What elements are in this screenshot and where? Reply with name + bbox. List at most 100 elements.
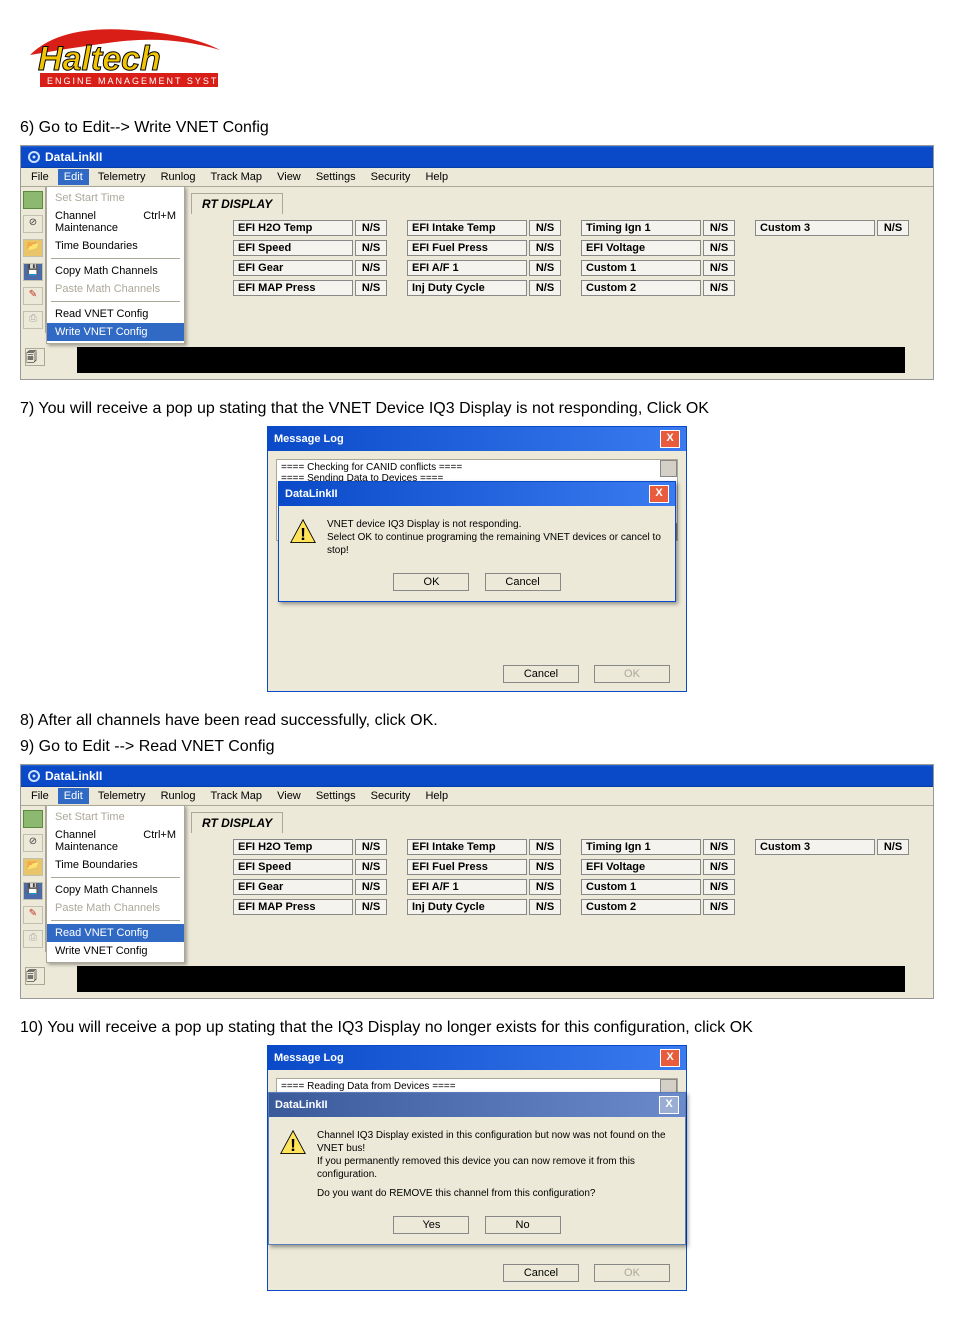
channel-label[interactable]: EFI Fuel Press <box>407 859 527 875</box>
menu-view[interactable]: View <box>271 169 307 185</box>
menu-trackmap[interactable]: Track Map <box>205 169 269 185</box>
menu-settings[interactable]: Settings <box>310 169 362 185</box>
channel-label[interactable]: EFI Speed <box>233 859 353 875</box>
menu-security[interactable]: Security <box>365 788 417 804</box>
tb-chart-icon[interactable]: ✎ <box>23 287 43 305</box>
channel-label[interactable]: EFI Gear <box>233 260 353 276</box>
mi-write-vnet[interactable]: Write VNET Config <box>47 323 184 341</box>
mi-copy-math[interactable]: Copy Math Channels <box>47 881 184 899</box>
channel-label[interactable]: EFI A/F 1 <box>407 879 527 895</box>
close-icon[interactable]: X <box>659 1096 679 1114</box>
channel-label[interactable]: Custom 1 <box>581 879 701 895</box>
channel-value: N/S <box>703 839 735 855</box>
dialog-titlebar[interactable]: Message Log X <box>268 427 686 451</box>
channel-label[interactable]: EFI Intake Temp <box>407 839 527 855</box>
channel-label[interactable]: Custom 3 <box>755 839 875 855</box>
channel-label[interactable]: Custom 3 <box>755 220 875 236</box>
menubar[interactable]: File Edit Telemetry Runlog Track Map Vie… <box>21 168 933 187</box>
menu-separator <box>51 258 180 259</box>
menu-file[interactable]: File <box>25 788 55 804</box>
tb-forbid-icon[interactable]: ⊘ <box>23 834 43 852</box>
tb-save-icon[interactable]: 💾 <box>23 882 43 900</box>
channel-label[interactable]: Timing Ign 1 <box>581 220 701 236</box>
yes-button[interactable]: Yes <box>393 1216 469 1234</box>
tab-rt-display[interactable]: RT DISPLAY <box>191 193 283 214</box>
cancel-button[interactable]: Cancel <box>485 573 561 591</box>
tb-forbid-icon[interactable]: ⊘ <box>23 215 43 233</box>
tb-new-icon[interactable] <box>23 191 43 209</box>
dialog-title: Message Log <box>274 433 344 445</box>
menu-file[interactable]: File <box>25 169 55 185</box>
tb-print-icon[interactable]: ⎙ <box>23 311 43 329</box>
close-icon[interactable]: X <box>660 430 680 448</box>
mi-time-boundaries[interactable]: Time Boundaries <box>47 237 184 255</box>
menu-edit[interactable]: Edit <box>58 788 89 804</box>
menu-runlog[interactable]: Runlog <box>155 788 202 804</box>
scroll-up-icon[interactable] <box>660 460 677 477</box>
menu-settings[interactable]: Settings <box>310 788 362 804</box>
channel-label[interactable]: EFI MAP Press <box>233 899 353 915</box>
channel-label[interactable]: EFI Fuel Press <box>407 240 527 256</box>
menu-help[interactable]: Help <box>419 788 454 804</box>
no-button[interactable]: No <box>485 1216 561 1234</box>
menu-telemetry[interactable]: Telemetry <box>92 788 152 804</box>
mi-paste-math: Paste Math Channels <box>47 899 184 917</box>
channel-label[interactable]: EFI H2O Temp <box>233 220 353 236</box>
mi-read-vnet[interactable]: Read VNET Config <box>47 924 184 942</box>
channel-label[interactable]: EFI Voltage <box>581 240 701 256</box>
tb-open-icon[interactable]: 📂 <box>23 239 43 257</box>
alert-text: VNET device IQ3 Display is not respondin… <box>327 518 665 557</box>
tb-print-icon[interactable]: ⎙ <box>23 930 43 948</box>
tb-open-icon[interactable]: 📂 <box>23 858 43 876</box>
inner-titlebar[interactable]: DataLinkII X <box>279 482 675 506</box>
tab-rt-display[interactable]: RT DISPLAY <box>191 812 283 833</box>
channel-label[interactable]: EFI Speed <box>233 240 353 256</box>
channel-label[interactable]: Custom 2 <box>581 280 701 296</box>
mi-time-boundaries[interactable]: Time Boundaries <box>47 856 184 874</box>
menu-view[interactable]: View <box>271 788 307 804</box>
outer-cancel-button[interactable]: Cancel <box>503 1264 579 1282</box>
channel-label[interactable]: Custom 2 <box>581 899 701 915</box>
channel-label[interactable]: EFI H2O Temp <box>233 839 353 855</box>
channel-label[interactable]: Timing Ign 1 <box>581 839 701 855</box>
menu-telemetry[interactable]: Telemetry <box>92 169 152 185</box>
menu-edit[interactable]: Edit <box>58 169 89 185</box>
channel-label[interactable]: EFI A/F 1 <box>407 260 527 276</box>
mi-channel-maintenance[interactable]: Channel MaintenanceCtrl+M <box>47 207 184 237</box>
mi-copy-math[interactable]: Copy Math Channels <box>47 262 184 280</box>
dock-icon[interactable]: 🗐 <box>25 348 45 366</box>
channel-label[interactable]: Custom 1 <box>581 260 701 276</box>
tb-chart-icon[interactable]: ✎ <box>23 906 43 924</box>
channel-label[interactable]: EFI Intake Temp <box>407 220 527 236</box>
mi-channel-maintenance[interactable]: Channel MaintenanceCtrl+M <box>47 826 184 856</box>
menu-trackmap[interactable]: Track Map <box>205 788 269 804</box>
inner-titlebar[interactable]: DataLinkII X <box>269 1093 685 1117</box>
dialog-titlebar[interactable]: Message Log X <box>268 1046 686 1070</box>
menubar[interactable]: File Edit Telemetry Runlog Track Map Vie… <box>21 787 933 806</box>
tb-save-icon[interactable]: 💾 <box>23 263 43 281</box>
close-icon[interactable]: X <box>649 485 669 503</box>
channel-label[interactable]: Inj Duty Cycle <box>407 280 527 296</box>
mi-read-vnet[interactable]: Read VNET Config <box>47 305 184 323</box>
channel-value: N/S <box>703 280 735 296</box>
close-icon[interactable]: X <box>660 1049 680 1067</box>
tb-new-icon[interactable] <box>23 810 43 828</box>
channel-value: N/S <box>355 240 387 256</box>
ok-button[interactable]: OK <box>393 573 469 591</box>
menu-help[interactable]: Help <box>419 169 454 185</box>
dock-icon[interactable]: 🗐 <box>25 967 45 985</box>
outer-cancel-button[interactable]: Cancel <box>503 665 579 683</box>
mi-set-start-time: Set Start Time <box>47 808 184 826</box>
edit-dropdown[interactable]: Set Start Time Channel MaintenanceCtrl+M… <box>46 186 185 344</box>
channel-label[interactable]: EFI Gear <box>233 879 353 895</box>
channel-label[interactable]: EFI MAP Press <box>233 280 353 296</box>
channel-label[interactable]: Inj Duty Cycle <box>407 899 527 915</box>
menu-separator <box>51 301 180 302</box>
menu-security[interactable]: Security <box>365 169 417 185</box>
channel-label[interactable]: EFI Voltage <box>581 859 701 875</box>
menu-runlog[interactable]: Runlog <box>155 169 202 185</box>
edit-dropdown[interactable]: Set Start Time Channel MaintenanceCtrl+M… <box>46 805 185 963</box>
svg-text:!: ! <box>290 1135 296 1155</box>
channel-grid: EFI H2O TempN/S EFI Intake TempN/S Timin… <box>233 220 927 296</box>
mi-write-vnet[interactable]: Write VNET Config <box>47 942 184 960</box>
